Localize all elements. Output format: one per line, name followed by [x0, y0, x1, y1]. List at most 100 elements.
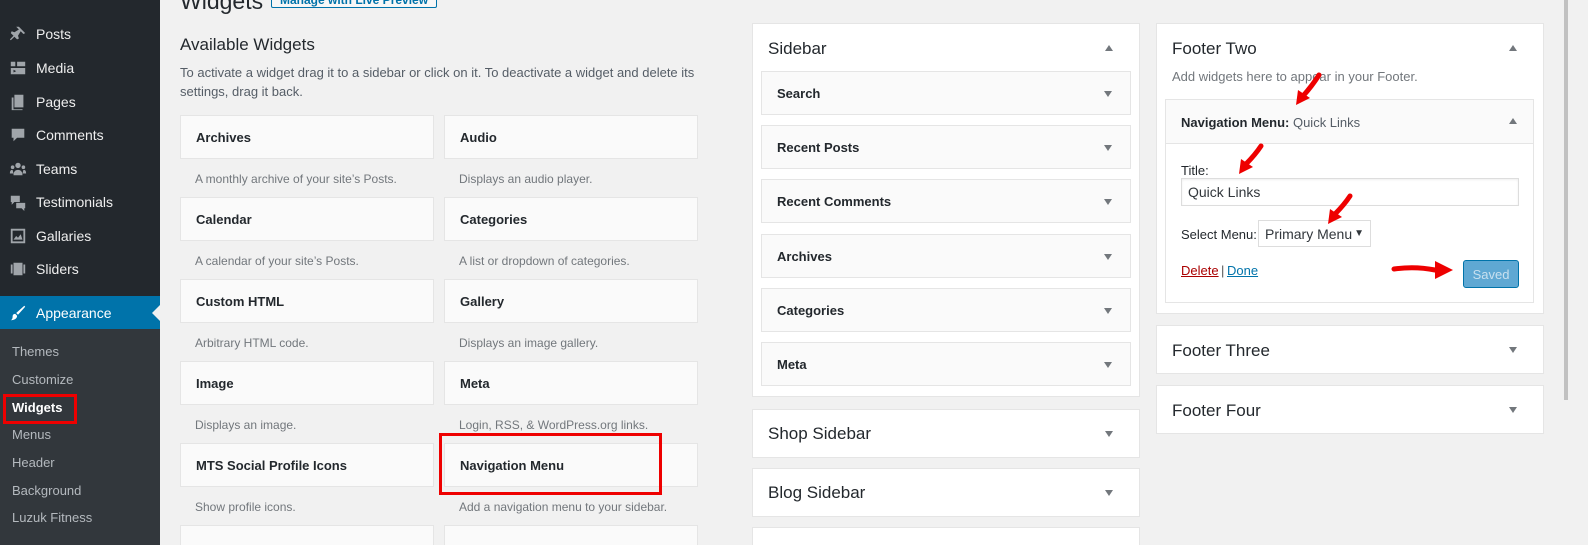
slides-icon: [0, 260, 36, 278]
widget-audio[interactable]: Audio: [444, 115, 698, 159]
expand-icon[interactable]: [1509, 347, 1517, 353]
widget-audio-desc: Displays an audio player.: [459, 172, 593, 186]
menu-sliders[interactable]: Sliders: [0, 252, 160, 286]
menu-comments[interactable]: Comments: [0, 118, 160, 152]
sidebar-widget-search[interactable]: Search: [761, 71, 1131, 115]
widget-categories[interactable]: Categories: [444, 197, 698, 241]
menu-pages[interactable]: Pages: [0, 85, 160, 119]
expand-icon[interactable]: [1104, 199, 1112, 205]
expand-icon[interactable]: [1105, 431, 1113, 437]
title-label: Title:: [1181, 163, 1209, 178]
sidebar-widget-meta[interactable]: Meta: [761, 342, 1131, 386]
expand-icon[interactable]: [1104, 91, 1112, 97]
widget-gallery[interactable]: Gallery: [444, 279, 698, 323]
widget-archives-desc: A monthly archive of your site’s Posts.: [195, 172, 397, 186]
menu-testimonials[interactable]: Testimonials: [0, 185, 160, 219]
submenu-themes[interactable]: Themes: [12, 344, 59, 359]
sidebar-widget-recent-posts[interactable]: Recent Posts: [761, 125, 1131, 169]
footer-four-title[interactable]: Footer Four: [1172, 401, 1261, 421]
widget-instance-title: Quick Links: [1292, 115, 1361, 130]
sidebar-panel: Sidebar Search Recent Posts Recent Comme…: [752, 23, 1140, 397]
submenu-background[interactable]: Background: [12, 483, 81, 498]
widget-gallery-desc: Displays an image gallery.: [459, 336, 599, 350]
collapse-icon[interactable]: [1509, 118, 1517, 124]
widget-calendar[interactable]: Calendar: [180, 197, 434, 241]
sidebar-widget-archives[interactable]: Archives: [761, 234, 1131, 278]
menu-gallaries[interactable]: Gallaries: [0, 219, 160, 253]
menu-appearance[interactable]: Appearance: [0, 296, 160, 330]
sidebar-widget-categories[interactable]: Categories: [761, 288, 1131, 332]
sidebar-title[interactable]: Sidebar: [768, 39, 827, 59]
sidebar-widget-label: Recent Comments: [777, 193, 892, 209]
shop-sidebar-title[interactable]: Shop Sidebar: [768, 424, 871, 444]
menu-posts[interactable]: Posts: [0, 17, 160, 51]
sidebar-widget-label: Archives: [777, 248, 832, 264]
annotation-arrow-icon: [1328, 193, 1353, 224]
expand-icon[interactable]: [1104, 308, 1112, 314]
annotation-arrow-icon: [1296, 72, 1322, 105]
menu-teams-label: Teams: [36, 161, 78, 177]
scrollbar-thumb[interactable]: [1564, 0, 1568, 400]
menu-media[interactable]: Media: [0, 51, 160, 85]
gallery-icon: [0, 227, 36, 245]
sidebar-widget-label: Recent Posts: [777, 139, 860, 155]
blog-sidebar-panel[interactable]: Blog Sidebar: [752, 468, 1140, 517]
menu-teams[interactable]: Teams: [0, 152, 160, 186]
navigation-menu-highlight-box: [439, 433, 662, 495]
expand-icon[interactable]: [1509, 407, 1517, 413]
menu-sliders-label: Sliders: [36, 261, 79, 277]
submenu-header[interactable]: Header: [12, 455, 55, 470]
widget-meta-desc: Login, RSS, & WordPress.org links.: [459, 418, 649, 432]
widget-type-label: Navigation Menu:: [1181, 115, 1290, 130]
sidebar-widget-recent-comments[interactable]: Recent Comments: [761, 179, 1131, 223]
expand-icon[interactable]: [1105, 490, 1113, 496]
testimonial-icon: [0, 193, 36, 211]
scrollbar[interactable]: [1570, 0, 1588, 545]
media-icon: [0, 59, 36, 77]
submenu-customize[interactable]: Customize: [12, 372, 73, 387]
annotation-arrow-icon: [1239, 143, 1264, 174]
menu-appearance-label: Appearance: [36, 305, 112, 321]
widget-title: Navigation Menu: Quick Links: [1181, 115, 1360, 130]
blog-sidebar-title[interactable]: Blog Sidebar: [768, 483, 865, 503]
sidebar-widget-label: Meta: [777, 356, 807, 372]
widget-image[interactable]: Image: [180, 361, 434, 405]
submenu-luzuk-fitness[interactable]: Luzuk Fitness: [12, 510, 92, 525]
expand-icon[interactable]: [1104, 362, 1112, 368]
menu-select-value: Primary Menu: [1265, 225, 1353, 242]
available-widgets-title: Available Widgets: [180, 35, 315, 54]
footer-two-title[interactable]: Footer Two: [1172, 39, 1257, 59]
footer-three-title[interactable]: Footer Three: [1172, 341, 1270, 361]
widget-image-desc: Displays an image.: [195, 418, 297, 432]
sidebar-widget-label: Search: [777, 85, 821, 101]
footer-three-panel[interactable]: Footer Three: [1156, 325, 1544, 374]
menu-media-label: Media: [36, 60, 75, 76]
submenu-menus[interactable]: Menus: [12, 427, 51, 442]
widget-mts-social-profile-icons-desc: Show profile icons.: [195, 500, 296, 514]
widget-mts-social-profile-icons[interactable]: MTS Social Profile Icons: [180, 443, 434, 487]
footer-four-panel[interactable]: Footer Four: [1156, 385, 1544, 434]
widget-categories-desc: A list or dropdown of categories.: [459, 254, 630, 268]
expand-icon[interactable]: [1104, 254, 1112, 260]
next-sidebar-panel[interactable]: [752, 527, 1140, 545]
delete-link[interactable]: Delete: [1181, 263, 1219, 278]
saved-button[interactable]: Saved: [1463, 260, 1519, 288]
widget-navigation-menu-desc: Add a navigation menu to your sidebar.: [459, 500, 668, 514]
comments-icon: [0, 126, 36, 144]
shop-sidebar-panel[interactable]: Shop Sidebar: [752, 409, 1140, 458]
done-link[interactable]: Done: [1227, 263, 1258, 278]
live-preview-button[interactable]: Manage with Live Preview: [271, 0, 438, 8]
collapse-icon[interactable]: [1105, 45, 1113, 51]
collapse-icon[interactable]: [1509, 45, 1517, 51]
paintbrush-icon: [0, 304, 36, 322]
expand-icon[interactable]: [1104, 145, 1112, 151]
widget-custom-html-desc: Arbitrary HTML code.: [195, 336, 309, 350]
widget-next-left[interactable]: [180, 525, 434, 545]
widget-custom-html[interactable]: Custom HTML: [180, 279, 434, 323]
widget-meta[interactable]: Meta: [444, 361, 698, 405]
widget-next-right[interactable]: [444, 525, 698, 545]
widget-archives[interactable]: Archives: [180, 115, 434, 159]
menu-pages-label: Pages: [36, 94, 76, 110]
navigation-menu-widget-header[interactable]: Navigation Menu: Quick Links: [1166, 100, 1533, 144]
widget-calendar-desc: A calendar of your site’s Posts.: [195, 254, 359, 268]
